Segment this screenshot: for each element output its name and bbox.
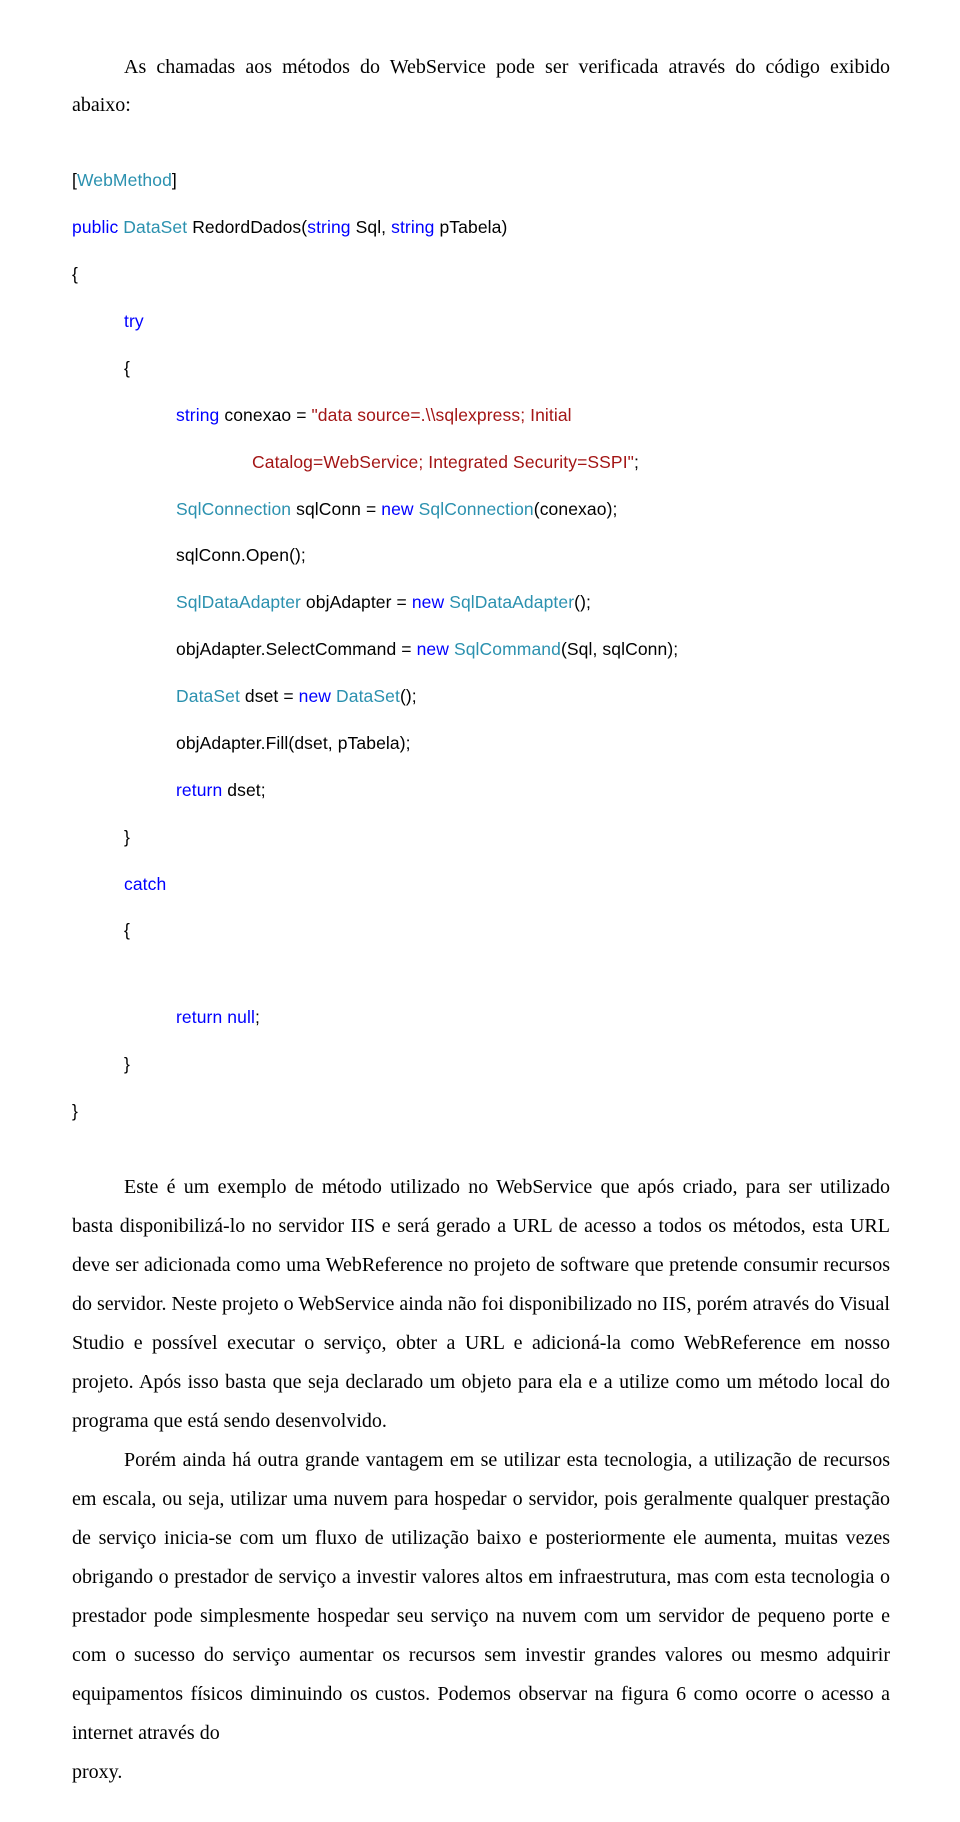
t: new [412,592,444,612]
paragraph-1: Este é um exemplo de método utilizado no… [72,1168,890,1441]
t: dset; [222,780,265,800]
t: objAdapter = [301,592,412,612]
t: (Sql, sqlConn); [561,639,678,659]
t: } [124,1054,130,1074]
t: pTabela) [435,217,508,237]
t: new [417,639,449,659]
t: ; [255,1007,260,1027]
t: string [307,217,350,237]
t: Sql, [351,217,391,237]
t: "data source=.\\sqlexpress; Initial [311,405,576,425]
t: DataSet [336,686,400,706]
t: (); [400,686,417,706]
t: SqlDataAdapter [176,592,301,612]
t: new [299,686,331,706]
proxy-line: proxy. [72,1753,890,1792]
t: try [124,311,144,331]
t: DataSet [123,217,187,237]
t: conexao = [219,405,311,425]
t: Catalog=WebService; Integrated Security=… [252,452,634,472]
t: } [72,1101,78,1121]
t: null [227,1007,255,1027]
code-block: [WebMethod] public DataSet RedordDados(s… [72,146,890,1146]
t: string [391,217,434,237]
t: { [124,920,130,940]
t: SqlCommand [454,639,561,659]
t: objAdapter.Fill(dset, pTabela); [176,733,411,753]
t: new [381,499,413,519]
t: sqlConn = [291,499,381,519]
t: SqlConnection [176,499,291,519]
t: (conexao); [534,499,618,519]
t: RedordDados( [187,217,307,237]
t: SqlConnection [419,499,534,519]
t: public [72,217,118,237]
intro-paragraph: As chamadas aos métodos do WebService po… [72,48,890,124]
t: string [176,405,219,425]
t: catch [124,874,166,894]
t: } [124,827,130,847]
t: return [176,1007,222,1027]
t: return [176,780,222,800]
t: (); [574,592,591,612]
t: DataSet [176,686,240,706]
t: { [72,264,78,284]
paragraph-2: Porém ainda há outra grande vantagem em … [72,1441,890,1753]
t: ; [634,452,639,472]
t: SqlDataAdapter [449,592,574,612]
t: { [124,358,130,378]
t: sqlConn.Open(); [176,545,306,565]
t: WebMethod [77,170,172,190]
t: dset = [240,686,299,706]
t: ] [172,170,177,190]
t: objAdapter.SelectCommand = [176,639,417,659]
